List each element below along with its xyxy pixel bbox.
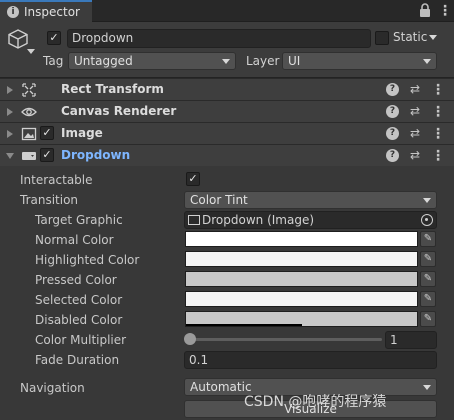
pressed-color-label: Pressed Color	[35, 273, 117, 287]
tab-label: Inspector	[24, 5, 80, 19]
tab-bar: i Inspector ⋮	[0, 0, 454, 22]
component-menu-icon[interactable]: ⋮	[431, 148, 445, 164]
target-graphic-value: Dropdown (Image)	[202, 213, 315, 227]
chevron-down-icon	[423, 198, 431, 203]
gameobject-name: Dropdown	[72, 31, 134, 45]
transition-label: Transition	[20, 193, 79, 207]
component-header-buttons: ? ⇄ ⋮	[384, 148, 454, 164]
pressed-color-field[interactable]	[185, 271, 418, 287]
navigation-value: Automatic	[190, 380, 252, 394]
eyedropper-icon[interactable]: ✎	[420, 291, 436, 307]
target-graphic-field[interactable]: Dropdown (Image)	[184, 211, 437, 229]
fade-duration-value: 0.1	[189, 353, 209, 367]
kebab-menu-icon[interactable]: ⋮	[438, 3, 452, 19]
static-label: Static	[393, 30, 428, 44]
navigation-label: Navigation	[20, 381, 85, 395]
component-menu-icon[interactable]: ⋮	[431, 126, 445, 142]
chevron-down-icon	[423, 385, 431, 390]
color-multiplier-value: 1	[390, 333, 398, 347]
highlighted-color-label: Highlighted Color	[35, 253, 140, 267]
fade-duration-field[interactable]: 0.1	[184, 351, 437, 369]
component-menu-icon[interactable]: ⋮	[431, 104, 445, 120]
component-title: Dropdown	[61, 148, 131, 162]
component-dropdown[interactable]: ✓ Dropdown ? ⇄ ⋮	[0, 144, 454, 166]
component-enabled-checkbox[interactable]: ✓	[40, 126, 54, 140]
gameobject-header: ✓ Dropdown Static Tag Untagged Layer UI	[0, 22, 454, 78]
component-image[interactable]: ✓ Image ? ⇄ ⋮	[0, 122, 454, 144]
image-icon	[21, 127, 37, 141]
tab-inspector[interactable]: i Inspector	[0, 0, 92, 22]
image-object-icon	[188, 215, 200, 225]
color-multiplier-field[interactable]: 1	[385, 331, 437, 349]
interactable-label: Interactable	[20, 173, 93, 187]
component-title: Canvas Renderer	[61, 104, 177, 118]
foldout-arrow-icon[interactable]	[7, 130, 13, 138]
component-title: Image	[61, 126, 103, 140]
normal-color-label: Normal Color	[35, 233, 114, 247]
component-canvas-renderer[interactable]: Canvas Renderer ? ⇄ ⋮	[0, 100, 454, 122]
help-icon[interactable]: ?	[386, 149, 399, 162]
lock-icon[interactable]	[418, 3, 432, 18]
static-dropdown-arrow-icon[interactable]	[429, 35, 437, 40]
transition-value: Color Tint	[190, 193, 248, 207]
transition-dropdown[interactable]: Color Tint	[184, 191, 437, 209]
alpha-bar	[186, 324, 302, 326]
presets-icon[interactable]: ⇄	[408, 126, 422, 140]
selected-color-label: Selected Color	[35, 293, 123, 307]
color-multiplier-slider[interactable]	[186, 338, 382, 341]
help-icon[interactable]: ?	[386, 105, 399, 118]
foldout-arrow-icon[interactable]	[6, 153, 14, 159]
help-icon[interactable]: ?	[386, 83, 399, 96]
icon-picker-arrow-icon[interactable]	[27, 49, 35, 54]
eyedropper-icon[interactable]: ✎	[420, 231, 436, 247]
info-icon: i	[7, 6, 19, 18]
layer-value: UI	[288, 54, 301, 68]
active-checkbox[interactable]: ✓	[47, 31, 61, 45]
eye-icon	[21, 105, 37, 119]
component-header-buttons: ? ⇄ ⋮	[384, 82, 454, 98]
foldout-arrow-icon[interactable]	[7, 108, 13, 116]
chevron-down-icon	[423, 59, 431, 64]
foldout-arrow-icon[interactable]	[7, 86, 13, 94]
rect-transform-icon	[21, 83, 37, 97]
component-enabled-checkbox[interactable]: ✓	[40, 148, 54, 162]
watermark: CSDN @咆哮的程序猿	[244, 394, 387, 410]
component-header-buttons: ? ⇄ ⋮	[384, 126, 454, 142]
eyedropper-icon[interactable]: ✎	[420, 251, 436, 267]
normal-color-field[interactable]	[185, 231, 418, 247]
eyedropper-icon[interactable]: ✎	[420, 311, 436, 327]
highlighted-color-field[interactable]	[185, 251, 418, 267]
dropdown-properties: Interactable ✓ Transition Color Tint Tar…	[0, 166, 454, 420]
target-graphic-label: Target Graphic	[35, 213, 123, 227]
layer-label: Layer	[246, 54, 280, 68]
disabled-color-label: Disabled Color	[35, 313, 123, 327]
selected-color-field[interactable]	[185, 291, 418, 307]
presets-icon[interactable]: ⇄	[408, 148, 422, 162]
gameobject-cube-icon	[7, 28, 29, 50]
interactable-checkbox[interactable]: ✓	[186, 172, 200, 186]
static-checkbox[interactable]	[375, 31, 389, 45]
tag-value: Untagged	[74, 54, 133, 68]
help-icon[interactable]: ?	[386, 127, 399, 140]
component-menu-icon[interactable]: ⋮	[431, 82, 445, 98]
tag-label: Tag	[43, 54, 64, 68]
object-picker-icon[interactable]	[421, 214, 433, 226]
component-rect-transform[interactable]: Rect Transform ? ⇄ ⋮	[0, 78, 454, 100]
component-header-buttons: ? ⇄ ⋮	[384, 104, 454, 120]
presets-icon[interactable]: ⇄	[408, 82, 422, 96]
component-title: Rect Transform	[61, 82, 164, 96]
dropdown-icon	[21, 149, 37, 163]
chevron-down-icon	[222, 59, 230, 64]
slider-handle[interactable]	[184, 333, 196, 345]
fade-duration-label: Fade Duration	[35, 353, 120, 367]
eyedropper-icon[interactable]: ✎	[420, 271, 436, 287]
layer-dropdown[interactable]: UI	[282, 52, 437, 70]
disabled-color-field[interactable]	[185, 311, 418, 327]
tag-dropdown[interactable]: Untagged	[68, 52, 236, 70]
color-multiplier-label: Color Multiplier	[35, 333, 127, 347]
presets-icon[interactable]: ⇄	[408, 104, 422, 118]
gameobject-name-field[interactable]: Dropdown	[67, 29, 371, 48]
